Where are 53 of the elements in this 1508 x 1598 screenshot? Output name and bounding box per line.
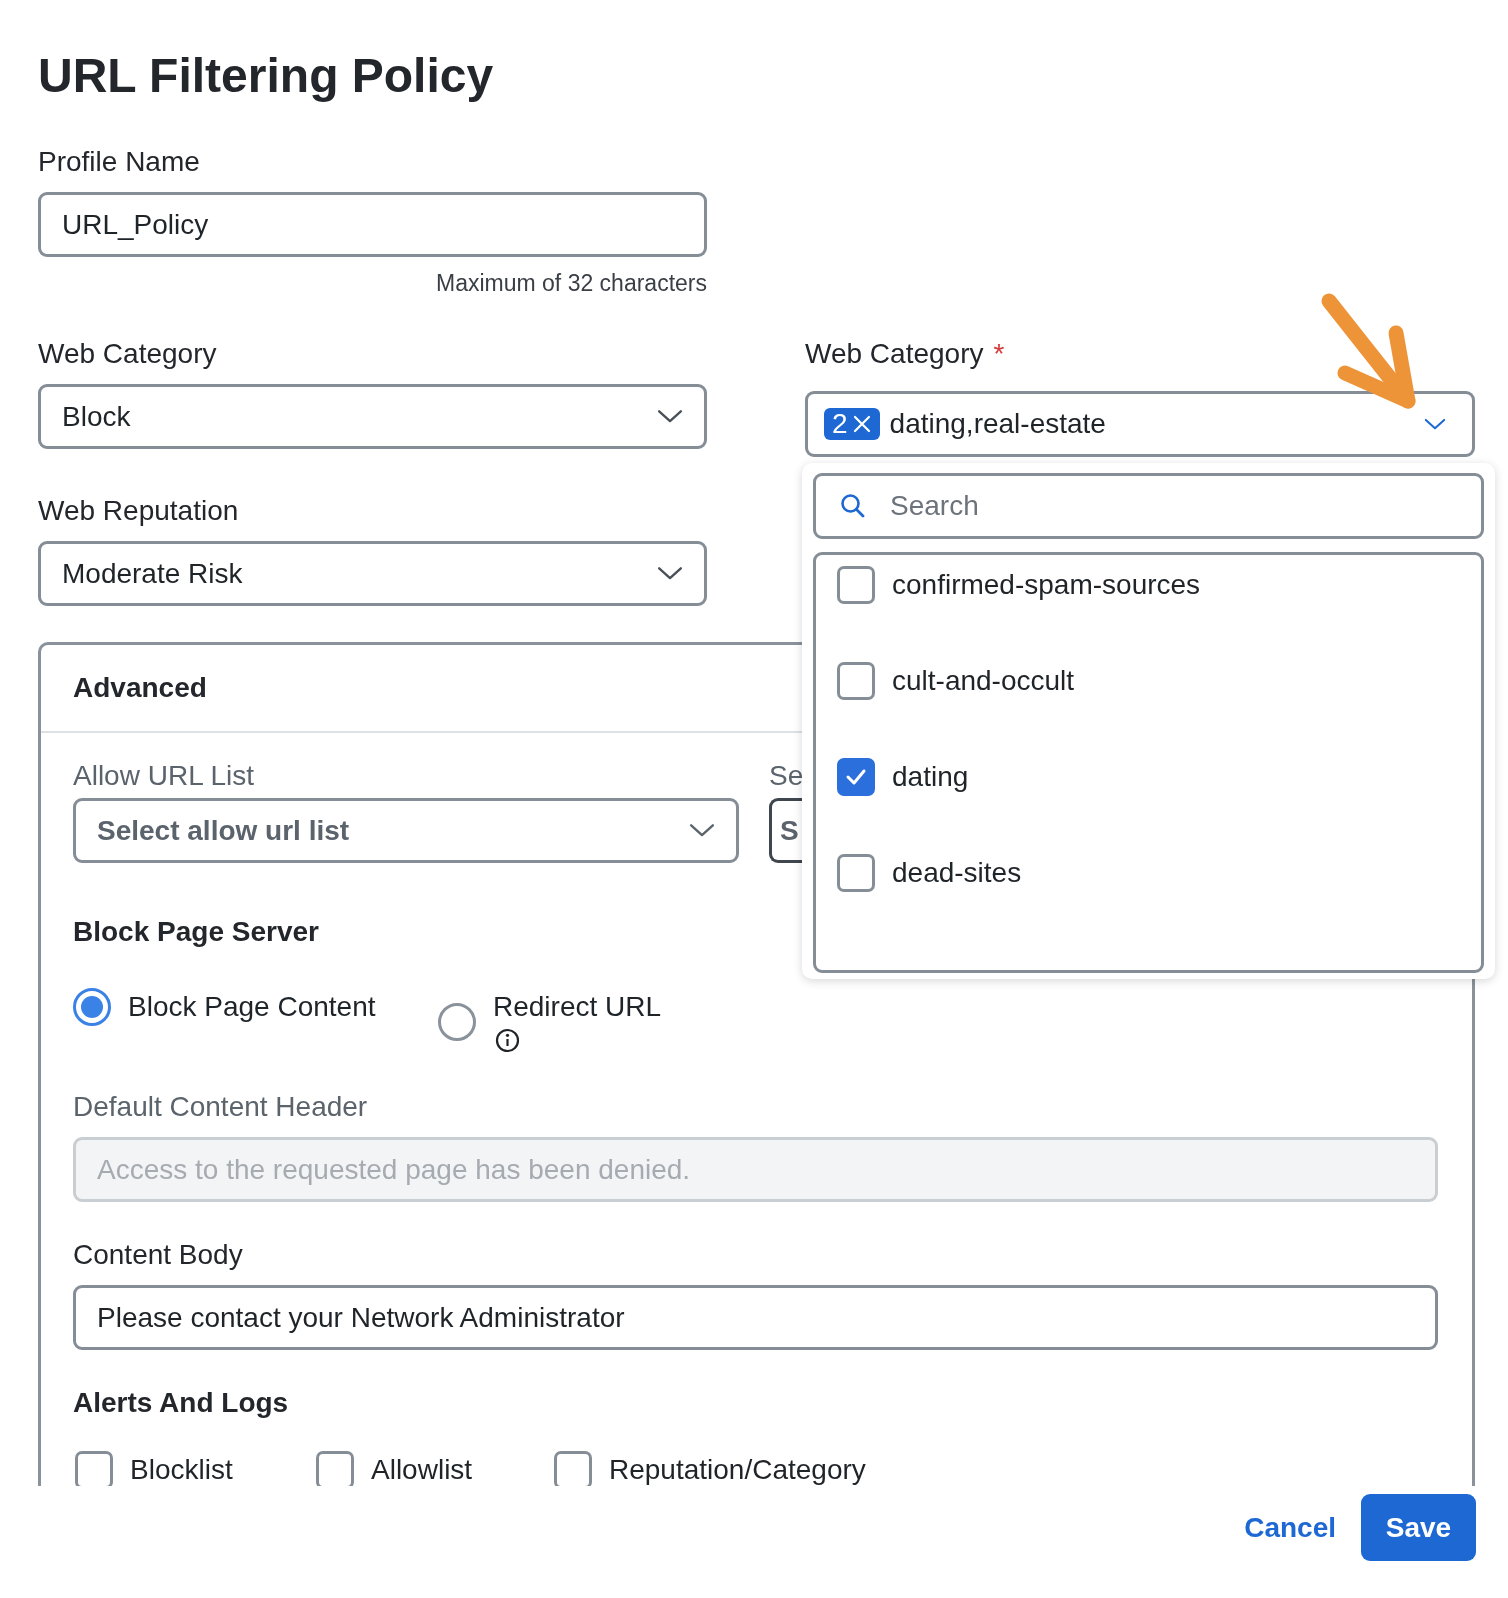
- field-label: Web Category: [805, 337, 984, 371]
- select-field[interactable]: Select allow url list: [73, 798, 739, 863]
- chevron-down-icon: [689, 823, 715, 838]
- section-title: Advanced: [73, 671, 207, 705]
- chevron-down-icon: [657, 409, 683, 424]
- checkbox-label: Allowlist: [371, 1453, 473, 1486]
- checkbox-label: dating: [892, 760, 969, 794]
- section-title: Alerts And Logs: [73, 1386, 290, 1420]
- section-title: Block Page Server: [73, 915, 320, 949]
- checkbox[interactable]: [837, 662, 875, 700]
- clear-selection-button[interactable]: 2: [824, 408, 880, 440]
- search-field[interactable]: Search: [813, 473, 1484, 539]
- checkbox-label: cult-and-occult: [892, 664, 1075, 698]
- checkbox-label: confirmed-spam-sources: [892, 568, 1201, 602]
- checkbox[interactable]: [316, 1451, 354, 1486]
- required-mark: *: [993, 337, 1005, 371]
- close-icon: [851, 414, 872, 434]
- save-button[interactable]: Save: [1361, 1494, 1476, 1561]
- radio-option[interactable]: Block Page Content: [73, 990, 376, 1053]
- radio-button[interactable]: [73, 988, 111, 1026]
- radio-label: Block Page Content: [128, 990, 376, 1024]
- field-label: Profile Name: [38, 145, 201, 179]
- field-label: Default Content Header: [73, 1090, 369, 1124]
- page-title: URL Filtering Policy: [38, 48, 494, 104]
- chevron-down-icon: [1424, 417, 1446, 431]
- text-field[interactable]: URL_Policy: [38, 192, 707, 257]
- radio-button[interactable]: [438, 1002, 476, 1041]
- select-field[interactable]: Block: [38, 384, 707, 449]
- checkbox[interactable]: [75, 1451, 113, 1486]
- checkbox[interactable]: [837, 854, 875, 892]
- cancel-button[interactable]: Cancel: [1244, 1511, 1336, 1544]
- selected-values: dating,real-estate: [889, 408, 1107, 440]
- checkbox-label: dead-sites: [892, 856, 1022, 890]
- select-field[interactable]: S: [769, 798, 803, 863]
- text-field[interactable]: Please contact your Network Administrator: [73, 1285, 1438, 1350]
- checkbox[interactable]: [554, 1451, 592, 1486]
- checkbox-label: Reputation/Category: [609, 1453, 866, 1486]
- field-label: Se: [769, 759, 803, 793]
- multi-select-field[interactable]: 2 dating,real-estate: [805, 391, 1475, 457]
- checkbox[interactable]: [837, 758, 875, 796]
- select-field[interactable]: Moderate Risk: [38, 541, 707, 606]
- check-icon: [845, 768, 867, 786]
- checkbox-label: Blocklist: [130, 1453, 233, 1486]
- hint-text: Maximum of 32 characters: [435, 269, 707, 298]
- chevron-down-icon: [657, 566, 683, 581]
- checkbox[interactable]: [837, 566, 875, 604]
- info-icon[interactable]: [495, 1028, 520, 1053]
- radio-label: Redirect URL: [493, 990, 662, 1024]
- field-label: Allow URL List: [73, 759, 255, 793]
- field-label: Web Category: [38, 337, 218, 371]
- search-icon: [840, 493, 865, 518]
- field-label: Content Body: [73, 1238, 244, 1272]
- field-label: Web Reputation: [38, 494, 240, 528]
